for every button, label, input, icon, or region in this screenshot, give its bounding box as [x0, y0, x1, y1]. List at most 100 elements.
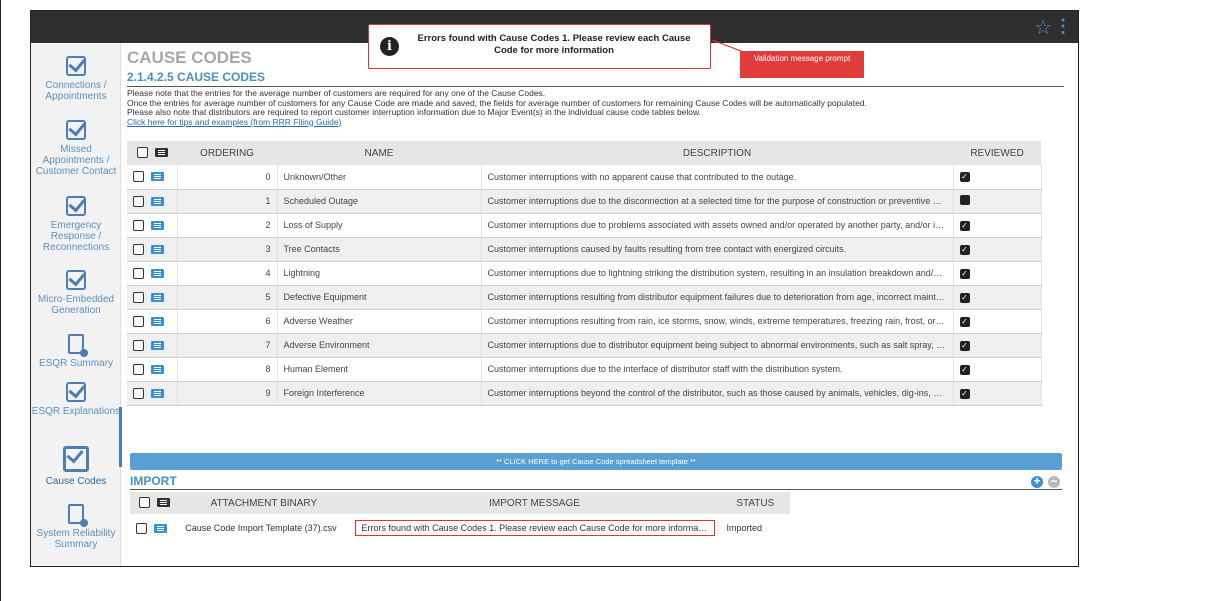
- table-row[interactable]: 2 Loss of Supply Customer interruptions du…: [127, 213, 1059, 238]
- row-checkbox[interactable]: [133, 219, 144, 231]
- table-row[interactable]: 1 Scheduled Outage Customer interruptions …: [127, 189, 1059, 214]
- row-select-cell: [127, 189, 178, 214]
- select-all-checkbox[interactable]: [136, 147, 148, 159]
- reviewed-checked-icon[interactable]: ✓: [959, 388, 970, 399]
- edit-icon[interactable]: [151, 364, 164, 374]
- import-message-cell: Errors found with Cause Codes 1. Please …: [349, 514, 721, 542]
- add-icon[interactable]: +: [1031, 475, 1043, 488]
- row-select-cell: [130, 514, 179, 542]
- table-row[interactable]: 3 Tree Contacts Customer interruptions cau…: [127, 237, 1059, 262]
- name-cell: Scheduled Outage: [277, 189, 482, 214]
- row-select-cell: [127, 237, 178, 262]
- reviewed-checked-icon[interactable]: ✓: [959, 292, 970, 303]
- description-cell: Customer interruptions due to lightning …: [481, 261, 954, 286]
- remove-icon[interactable]: −: [1048, 475, 1060, 488]
- reviewed-checked-icon[interactable]: ✓: [959, 172, 970, 183]
- section-title: 2.1.4.2.5 CAUSE CODES: [127, 70, 266, 84]
- column-header-reviewed[interactable]: REVIEWED: [953, 141, 1041, 165]
- description-cell: Customer interruptions caused by faults …: [481, 237, 954, 262]
- favorite-star-icon[interactable]: ☆: [1034, 15, 1052, 40]
- row-spacer: [1041, 261, 1059, 285]
- edit-icon[interactable]: [151, 244, 164, 254]
- column-header-attachment[interactable]: ATTACHMENT BINARY: [179, 492, 349, 514]
- table-row[interactable]: 4 Lightning Customer interruptions due to …: [127, 261, 1059, 286]
- sidebar-item-label: ESQR Summary: [39, 358, 113, 369]
- template-download-button[interactable]: ** CLICK HERE to get Cause Code spreadsh…: [130, 453, 1062, 470]
- sidebar-item-missed-appointments[interactable]: Missed Appointments / Customer Contact: [31, 120, 121, 177]
- name-cell: Adverse Environment: [277, 333, 482, 358]
- tips-link[interactable]: Click here for tips and examples (from R…: [127, 117, 867, 128]
- error-message: Errors found with Cause Codes 1. Please …: [354, 520, 715, 536]
- row-checkbox[interactable]: [133, 363, 144, 375]
- reviewed-checked-icon[interactable]: ✓: [959, 244, 970, 255]
- reviewed-cell: ✓: [953, 237, 1042, 262]
- reviewed-checked-icon[interactable]: ✓: [959, 316, 970, 327]
- sidebar-item-connections[interactable]: Connections / Appointments: [31, 56, 121, 102]
- bulk-edit-icon[interactable]: [157, 498, 171, 508]
- row-spacer: [1041, 285, 1059, 309]
- reviewed-checked-icon[interactable]: ✓: [959, 268, 970, 279]
- reviewed-checked-icon[interactable]: ✓: [959, 220, 970, 231]
- table-row[interactable]: 8 Human Element Customer interruptions due…: [127, 357, 1059, 382]
- select-all-checkbox[interactable]: [139, 497, 151, 509]
- edit-icon[interactable]: [151, 292, 164, 302]
- sidebar-item-emergency-response[interactable]: Emergency Response / Reconnections: [31, 196, 121, 253]
- sidebar-item-label: Cause Codes: [45, 476, 107, 487]
- description-cell: Customer interruptions resulting from di…: [481, 285, 954, 310]
- divider: [130, 489, 1062, 490]
- edit-icon[interactable]: [151, 268, 164, 278]
- row-checkbox[interactable]: [136, 522, 147, 534]
- bulk-edit-icon[interactable]: [154, 148, 168, 158]
- table-row[interactable]: Cause Code Import Template (37).csv Erro…: [130, 514, 790, 542]
- column-header-ordering[interactable]: ORDERING: [177, 141, 277, 165]
- sidebar-item-label: Micro-Embedded Generation: [37, 294, 115, 316]
- edit-icon[interactable]: [151, 340, 164, 350]
- column-header-description[interactable]: DESCRIPTION: [481, 141, 953, 165]
- reviewed-checked-icon[interactable]: ✓: [959, 340, 970, 351]
- checkbox-icon: [66, 382, 86, 402]
- description-cell: Customer interruptions with no apparent …: [481, 165, 954, 190]
- edit-icon[interactable]: [154, 523, 167, 533]
- edit-icon[interactable]: [151, 316, 164, 326]
- table-row[interactable]: 0 Unknown/Other Customer interruptions wit…: [127, 165, 1059, 190]
- name-cell: Tree Contacts: [277, 237, 482, 262]
- edit-icon[interactable]: [151, 388, 164, 398]
- row-checkbox[interactable]: [133, 315, 144, 327]
- edit-icon[interactable]: [151, 220, 164, 230]
- edit-icon[interactable]: [151, 196, 164, 206]
- select-all-cell: [127, 141, 177, 165]
- description-cell: Customer interruptions beyond the contro…: [481, 381, 954, 406]
- sidebar-item-label: Connections / Appointments: [45, 80, 107, 102]
- table-row[interactable]: 9 Foreign Interference Customer interrupti…: [127, 381, 1059, 406]
- more-options-icon[interactable]: ⋮: [1054, 16, 1072, 37]
- reviewed-cell: ✓: [953, 165, 1042, 190]
- row-checkbox[interactable]: [133, 243, 144, 255]
- table-row[interactable]: 6 Adverse Weather Customer interruptions r…: [127, 309, 1059, 334]
- sidebar-item-cause-codes[interactable]: Cause Codes: [31, 446, 121, 487]
- row-spacer: [1041, 189, 1059, 213]
- toast-message: Errors found with Cause Codes 1. Please …: [417, 33, 691, 56]
- ordering-cell: 2: [177, 213, 278, 238]
- column-header-name[interactable]: NAME: [277, 141, 481, 165]
- row-checkbox[interactable]: [133, 291, 144, 303]
- row-checkbox[interactable]: [133, 195, 144, 207]
- sidebar-item-system-reliability[interactable]: System Reliability Summary: [31, 504, 121, 550]
- column-header-import-message[interactable]: IMPORT MESSAGE: [348, 492, 721, 514]
- row-checkbox[interactable]: [133, 339, 144, 351]
- sidebar-item-label: ESQR Explanations: [31, 406, 121, 417]
- sidebar-item-esqr-explanations[interactable]: ESQR Explanations: [31, 382, 121, 417]
- reviewed-unchecked-icon[interactable]: [959, 195, 970, 205]
- row-checkbox[interactable]: [133, 171, 144, 183]
- sidebar-item-micro-embedded[interactable]: Micro-Embedded Generation: [31, 270, 121, 316]
- sidebar-active-indicator: [119, 407, 122, 467]
- reviewed-checked-icon[interactable]: ✓: [959, 364, 970, 375]
- row-checkbox[interactable]: [133, 267, 144, 279]
- column-header-status[interactable]: STATUS: [720, 492, 790, 514]
- attachment-cell[interactable]: Cause Code Import Template (37).csv: [179, 514, 348, 542]
- ordering-cell: 4: [177, 261, 278, 286]
- sidebar-item-esqr-summary[interactable]: ESQR Summary: [31, 334, 121, 369]
- edit-icon[interactable]: [151, 172, 164, 182]
- table-row[interactable]: 7 Adverse Environment Customer interruptio…: [127, 333, 1059, 358]
- row-checkbox[interactable]: [133, 387, 144, 399]
- table-row[interactable]: 5 Defective Equipment Customer interruptio…: [127, 285, 1059, 310]
